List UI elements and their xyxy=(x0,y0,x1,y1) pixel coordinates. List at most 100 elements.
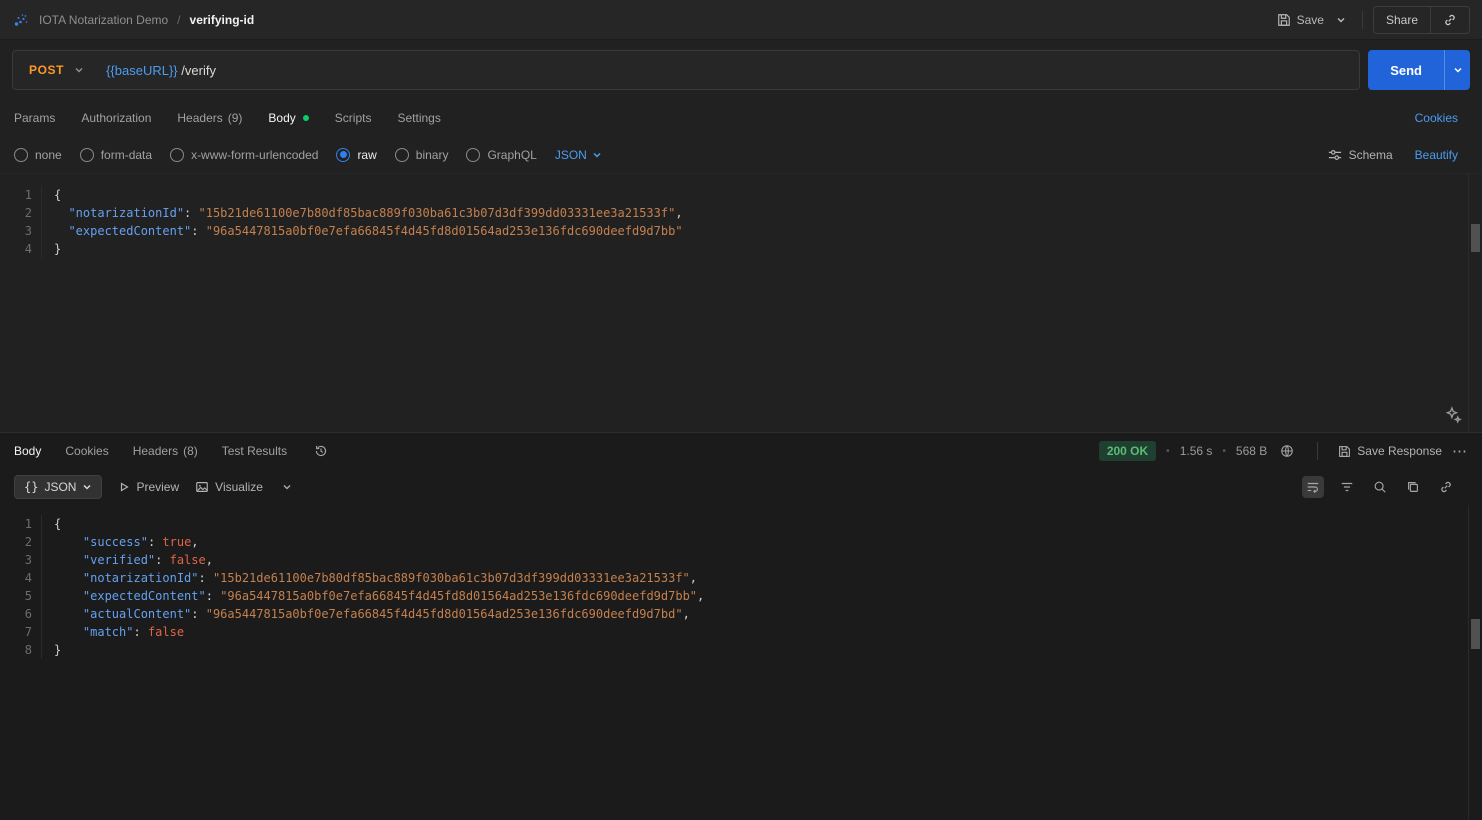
response-code[interactable]: 1{2 "success": true,3 "verified": false,… xyxy=(0,515,1482,659)
body-type-form-data[interactable]: form-data xyxy=(80,148,152,162)
line-content[interactable]: } xyxy=(42,641,61,659)
status-badge[interactable]: 200 OK xyxy=(1099,441,1156,461)
tab-headers[interactable]: Headers (9) xyxy=(177,111,242,125)
tab-settings[interactable]: Settings xyxy=(397,111,440,125)
request-code[interactable]: 1{2 "notarizationId": "15b21de61100e7b80… xyxy=(0,186,1482,258)
schema-button[interactable]: Schema xyxy=(1328,148,1393,162)
save-response-button[interactable]: Save Response xyxy=(1338,444,1442,458)
send-button[interactable]: Send xyxy=(1368,50,1444,90)
language-select[interactable]: JSON xyxy=(555,148,602,162)
line-content[interactable]: "actualContent": "96a5447815a0bf0e7efa66… xyxy=(42,605,690,623)
postbot-sparkle-icon xyxy=(1444,406,1462,424)
meta-separator-dot: • xyxy=(1222,446,1226,457)
visualize-options-chevron-icon[interactable] xyxy=(279,479,295,495)
play-icon xyxy=(118,481,130,493)
code-line[interactable]: 2 "success": true, xyxy=(0,533,1482,551)
more-options-icon[interactable]: ⋯ xyxy=(1452,442,1468,460)
tab-scripts[interactable]: Scripts xyxy=(335,111,372,125)
tab-authorization[interactable]: Authorization xyxy=(81,111,151,125)
tab-params[interactable]: Params xyxy=(14,111,55,125)
line-content[interactable]: "verified": false, xyxy=(42,551,213,569)
filter-icon[interactable] xyxy=(1337,477,1357,497)
copy-icon[interactable] xyxy=(1403,477,1423,497)
line-content[interactable]: "success": true, xyxy=(42,533,199,551)
response-time[interactable]: 1.56 s xyxy=(1180,444,1213,458)
save-options-chevron-icon[interactable] xyxy=(1330,11,1352,29)
share-button[interactable]: Share xyxy=(1374,7,1430,33)
line-content[interactable]: "expectedContent": "96a5447815a0bf0e7efa… xyxy=(42,222,683,240)
network-globe-icon[interactable] xyxy=(1277,441,1297,461)
response-editor-scrollbar[interactable] xyxy=(1468,505,1482,820)
breadcrumb-request-name[interactable]: verifying-id xyxy=(190,13,255,27)
url-input[interactable]: {{baseURL}} /verify xyxy=(98,63,216,78)
line-number: 2 xyxy=(0,533,42,551)
body-type-raw[interactable]: raw xyxy=(336,148,376,162)
line-content[interactable]: "expectedContent": "96a5447815a0bf0e7efa… xyxy=(42,587,704,605)
tab-headers-count: (9) xyxy=(228,111,243,125)
wrap-text-icon[interactable] xyxy=(1302,476,1324,498)
line-content[interactable]: { xyxy=(42,515,61,533)
cookies-link[interactable]: Cookies xyxy=(1415,111,1458,125)
request-url-bar: POST {{baseURL}} /verify Send xyxy=(0,40,1482,100)
history-icon[interactable] xyxy=(311,441,331,461)
line-content[interactable]: } xyxy=(42,240,61,258)
topbar: IOTA Notarization Demo / verifying-id Sa… xyxy=(0,0,1482,40)
response-format-select[interactable]: {} JSON xyxy=(14,475,102,499)
code-line[interactable]: 1{ xyxy=(0,515,1482,533)
beautify-button[interactable]: Beautify xyxy=(1415,148,1458,162)
code-line[interactable]: 5 "expectedContent": "96a5447815a0bf0e7e… xyxy=(0,587,1482,605)
radio-icon xyxy=(395,148,409,162)
resp-tab-test-results[interactable]: Test Results xyxy=(222,444,287,458)
copy-link-button[interactable] xyxy=(1431,7,1469,33)
code-line[interactable]: 4 "notarizationId": "15b21de61100e7b80df… xyxy=(0,569,1482,587)
code-line[interactable]: 6 "actualContent": "96a5447815a0bf0e7efa… xyxy=(0,605,1482,623)
line-number: 7 xyxy=(0,623,42,641)
tab-body[interactable]: Body xyxy=(268,111,308,125)
response-meta: 200 OK • 1.56 s • 568 B Save Response ⋯ xyxy=(1099,441,1468,461)
meta-divider xyxy=(1317,442,1318,460)
save-button[interactable]: Save xyxy=(1271,9,1330,31)
code-line[interactable]: 8} xyxy=(0,641,1482,659)
body-type-none[interactable]: none xyxy=(14,148,62,162)
body-type-graphql[interactable]: GraphQL xyxy=(466,148,536,162)
code-line[interactable]: 1{ xyxy=(0,186,1482,204)
line-content[interactable]: { xyxy=(42,186,61,204)
line-number: 3 xyxy=(0,551,42,569)
request-editor-scrollbar[interactable] xyxy=(1468,174,1482,432)
code-line[interactable]: 4} xyxy=(0,240,1482,258)
send-options-chevron-icon[interactable] xyxy=(1444,50,1470,90)
line-number: 2 xyxy=(0,204,42,222)
link-icon[interactable] xyxy=(1436,477,1456,497)
resp-tab-cookies[interactable]: Cookies xyxy=(65,444,108,458)
preview-button[interactable]: Preview xyxy=(118,480,179,494)
postbot-button[interactable] xyxy=(1444,406,1462,424)
body-type-binary[interactable]: binary xyxy=(395,148,449,162)
response-size[interactable]: 568 B xyxy=(1236,444,1267,458)
iota-logo-icon[interactable] xyxy=(12,11,30,29)
chevron-down-icon xyxy=(82,482,92,492)
line-content[interactable]: "match": false xyxy=(42,623,184,641)
code-line[interactable]: 3 "expectedContent": "96a5447815a0bf0e7e… xyxy=(0,222,1482,240)
request-body-editor[interactable]: 1{2 "notarizationId": "15b21de61100e7b80… xyxy=(0,174,1482,432)
code-line[interactable]: 3 "verified": false, xyxy=(0,551,1482,569)
line-content[interactable]: "notarizationId": "15b21de61100e7b80df85… xyxy=(42,569,697,587)
scrollbar-thumb[interactable] xyxy=(1471,619,1480,649)
code-line[interactable]: 2 "notarizationId": "15b21de61100e7b80df… xyxy=(0,204,1482,222)
line-number: 8 xyxy=(0,641,42,659)
scrollbar-thumb[interactable] xyxy=(1471,224,1480,252)
resp-tab-headers[interactable]: Headers (8) xyxy=(133,444,198,458)
resp-tab-body[interactable]: Body xyxy=(14,444,41,458)
save-label: Save xyxy=(1297,13,1324,27)
url-container: POST {{baseURL}} /verify xyxy=(12,50,1360,90)
response-panel: Body Cookies Headers (8) Test Results 20… xyxy=(0,432,1482,820)
method-select[interactable]: POST xyxy=(13,51,98,89)
radio-icon xyxy=(466,148,480,162)
response-toolbar: {} JSON Preview Visualize xyxy=(0,469,1482,505)
code-line[interactable]: 7 "match": false xyxy=(0,623,1482,641)
breadcrumb-workspace[interactable]: IOTA Notarization Demo xyxy=(39,13,168,27)
response-body-editor[interactable]: 1{2 "success": true,3 "verified": false,… xyxy=(0,505,1482,820)
body-type-x-www-form-urlencoded[interactable]: x-www-form-urlencoded xyxy=(170,148,318,162)
search-icon[interactable] xyxy=(1370,477,1390,497)
visualize-button[interactable]: Visualize xyxy=(195,480,263,494)
line-content[interactable]: "notarizationId": "15b21de61100e7b80df85… xyxy=(42,204,683,222)
